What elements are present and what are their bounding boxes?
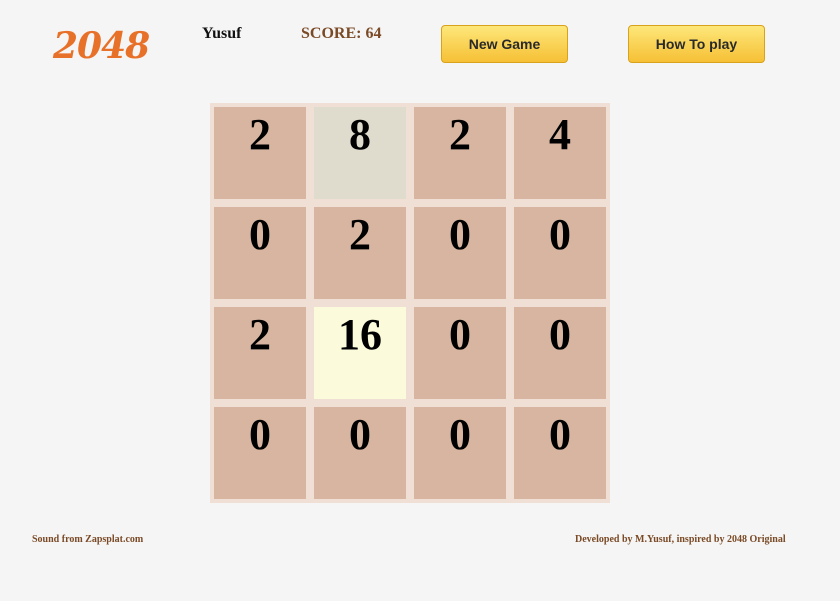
board-tile: 0 [214,407,306,499]
board-tile: 0 [514,307,606,399]
sound-credit: Sound from Zapsplat.com [32,534,144,545]
game-logo: 2048 [53,25,150,67]
board-tile: 0 [414,307,506,399]
board-tile: 0 [314,407,406,499]
board-tile: 2 [214,307,306,399]
board-tile: 0 [414,207,506,299]
board-tile: 16 [314,307,406,399]
game-board[interactable]: 2 8 2 4 0 2 0 0 2 16 0 0 0 0 0 0 [210,103,610,503]
board-tile: 8 [314,107,406,199]
board-tile: 4 [514,107,606,199]
how-to-play-button[interactable]: How To play [628,25,765,63]
developer-credit: Developed by M.Yusuf, inspired by 2048 O… [575,534,786,545]
board-tile: 2 [314,207,406,299]
board-tile: 0 [514,207,606,299]
board-tile: 0 [214,207,306,299]
new-game-button[interactable]: New Game [441,25,568,63]
score-display: SCORE: 64 [301,25,382,42]
board-tile: 0 [414,407,506,499]
board-tile: 2 [214,107,306,199]
board-tile: 2 [414,107,506,199]
player-name: Yusuf [202,25,242,42]
board-tile: 0 [514,407,606,499]
